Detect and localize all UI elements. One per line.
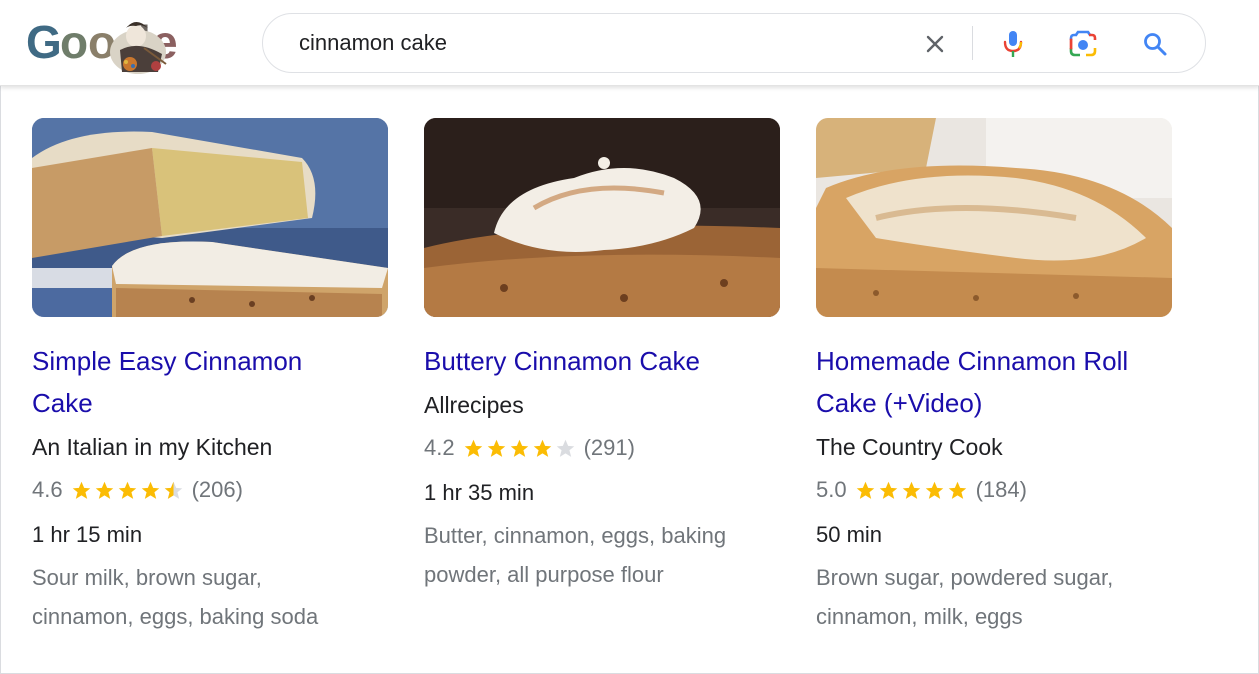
ingredients-line: Brown sugar, powdered sugar, [816,565,1114,590]
star-rating [855,480,968,501]
search-icon[interactable] [1137,26,1173,62]
recipe-title-line: Cake (+Video) [816,388,983,418]
search-input[interactable]: cinnamon cake [299,30,447,56]
search-header: G o o e l cinnamon cake [0,0,1259,86]
search-box[interactable]: cinnamon cake [262,13,1206,73]
star-icon [72,481,90,499]
recipe-title-line: Homemade Cinnamon Roll [816,346,1129,376]
recipe-title-link[interactable]: Homemade Cinnamon Roll Cake (+Video) [816,340,1172,424]
recipe-card[interactable]: Simple Easy Cinnamon Cake An Italian in … [32,118,388,636]
doodle-logo-image: G o o e l [26,16,178,74]
review-count: (206) [191,477,243,502]
ingredients: Brown sugar, powdered sugar, cinnamon, m… [816,558,1172,636]
search-divider [972,26,973,60]
close-icon[interactable] [917,26,953,62]
cook-time: 50 min [816,522,883,547]
google-doodle-logo[interactable]: G o o e l [26,14,191,76]
recipe-source: Allrecipes [424,392,524,418]
recipe-title-line: Buttery Cinnamon Cake [424,346,701,376]
svg-text:o: o [60,16,88,68]
ingredients-line: cinnamon, milk, eggs [816,604,1023,629]
star-icon [856,481,874,499]
recipe-title-line: Simple Easy Cinnamon [32,346,303,376]
rating-row: 5.0 (184) [816,468,1172,512]
rating-value: 5.0 [816,477,847,502]
rating-row: 4.6 (206) [32,468,388,512]
review-count: (184) [975,477,1027,502]
star-icon [902,481,920,499]
recipe-title-link[interactable]: Buttery Cinnamon Cake [424,340,780,382]
recipe-image[interactable] [816,118,1172,317]
ingredients: Sour milk, brown sugar, cinnamon, eggs, … [32,558,388,636]
recipe-card[interactable]: Buttery Cinnamon Cake Allrecipes 4.2 (29… [424,118,780,594]
star-icon [879,481,897,499]
half-star-icon [164,481,182,499]
recipe-image[interactable] [424,118,780,317]
star-icon [948,481,966,499]
star-icon [487,439,505,457]
recipe-title-link[interactable]: Simple Easy Cinnamon Cake [32,340,388,424]
ingredients-line: cinnamon, eggs, baking soda [32,604,319,629]
rating-value: 4.6 [32,477,63,502]
camera-lens-icon[interactable] [1065,26,1101,62]
star-icon [533,439,551,457]
ingredients-line: powder, all purpose flour [424,562,664,587]
rating-value: 4.2 [424,435,455,460]
empty-star-icon [556,439,574,457]
svg-text:o: o [88,16,116,68]
ingredients-line: Butter, cinnamon, eggs, baking [424,523,727,548]
recipe-source: The Country Cook [816,434,1003,460]
recipe-title-line: Cake [32,388,93,418]
star-icon [141,481,159,499]
recipe-image[interactable] [32,118,388,317]
svg-text:G: G [26,16,62,68]
cook-time: 1 hr 15 min [32,522,143,547]
recipe-source: An Italian in my Kitchen [32,434,273,460]
review-count: (291) [583,435,635,460]
ingredients: Butter, cinnamon, eggs, baking powder, a… [424,516,780,594]
star-icon [464,439,482,457]
cook-time: 1 hr 35 min [424,480,535,505]
star-rating [463,438,576,459]
star-icon [95,481,113,499]
star-icon [925,481,943,499]
star-icon [510,439,528,457]
microphone-icon[interactable] [995,26,1031,62]
recipe-card[interactable]: Homemade Cinnamon Roll Cake (+Video) The… [816,118,1172,636]
rating-row: 4.2 (291) [424,426,780,470]
star-rating [71,480,184,501]
star-icon [118,481,136,499]
ingredients-line: Sour milk, brown sugar, [32,565,262,590]
